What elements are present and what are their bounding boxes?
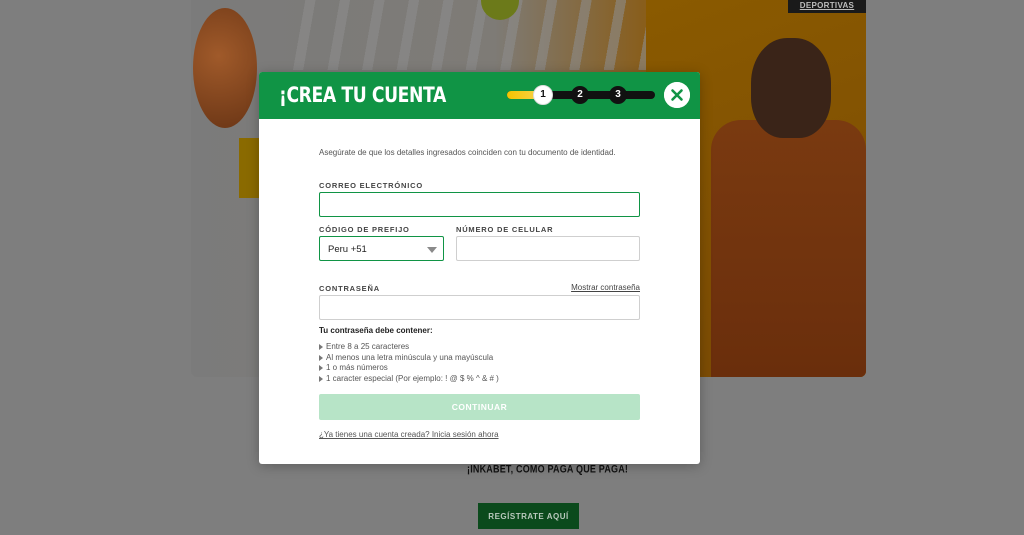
modal-header: ¡CREA TU CUENTA 1 2 3 <box>259 72 700 119</box>
bullet-icon <box>319 344 323 350</box>
requirements-list: Entre 8 a 25 caracteres Al menos una let… <box>319 342 640 384</box>
password-field[interactable] <box>319 295 640 320</box>
hero-decoration-yellow <box>239 138 261 198</box>
phone-label: NÚMERO DE CELULAR <box>456 225 554 234</box>
email-label: CORREO ELECTRÓNICO <box>319 181 423 190</box>
modal-title: ¡CREA TU CUENTA <box>279 83 446 107</box>
requirement-item: 1 o más números <box>319 363 640 374</box>
slogan-text: ¡INKABET, CÓMO PAGA QUE PAGA! <box>467 463 629 475</box>
prefix-select[interactable]: Peru +51 <box>319 236 444 261</box>
step-2-indicator: 2 <box>571 86 589 104</box>
bullet-icon <box>319 365 323 371</box>
create-account-modal: ¡CREA TU CUENTA 1 2 3 Asegúrate de que l… <box>259 72 700 464</box>
hero-person-body <box>711 120 866 377</box>
tab-deportivas[interactable]: DEPORTIVAS <box>788 0 866 13</box>
prefix-selected-value: Peru +51 <box>328 244 367 255</box>
login-link[interactable]: ¿Ya tienes una cuenta creada? Inicia ses… <box>319 430 499 439</box>
bullet-icon <box>319 375 323 382</box>
step-progress: 1 2 3 <box>507 84 657 106</box>
email-field[interactable] <box>319 192 640 217</box>
requirement-item: 1 caracter especial (Por ejemplo: ! @ $ … <box>319 374 640 385</box>
phone-field[interactable] <box>456 236 640 261</box>
intro-text: Asegúrate de que los detalles ingresados… <box>319 148 616 157</box>
show-password-link[interactable]: Mostrar contraseña <box>571 283 640 292</box>
basketball-image <box>193 8 257 128</box>
requirement-item: Al menos una letra minúscula y una mayús… <box>319 353 640 364</box>
register-here-button[interactable]: REGÍSTRATE AQUÍ <box>478 503 579 529</box>
prefix-label: CÓDIGO DE PREFIJO <box>319 225 410 234</box>
requirements-title: Tu contraseña debe contener: <box>319 326 433 335</box>
requirement-item: Entre 8 a 25 caracteres <box>319 342 640 353</box>
close-button[interactable] <box>664 82 690 108</box>
hero-decoration <box>281 0 661 70</box>
close-icon <box>664 82 690 108</box>
hero-person-head <box>751 38 831 138</box>
password-label: CONTRASEÑA <box>319 284 380 293</box>
step-3-indicator: 3 <box>609 86 627 104</box>
chevron-down-icon <box>427 247 437 253</box>
continue-button[interactable]: CONTINUAR <box>319 394 640 420</box>
step-1-indicator: 1 <box>533 85 553 105</box>
bullet-icon <box>319 354 323 361</box>
